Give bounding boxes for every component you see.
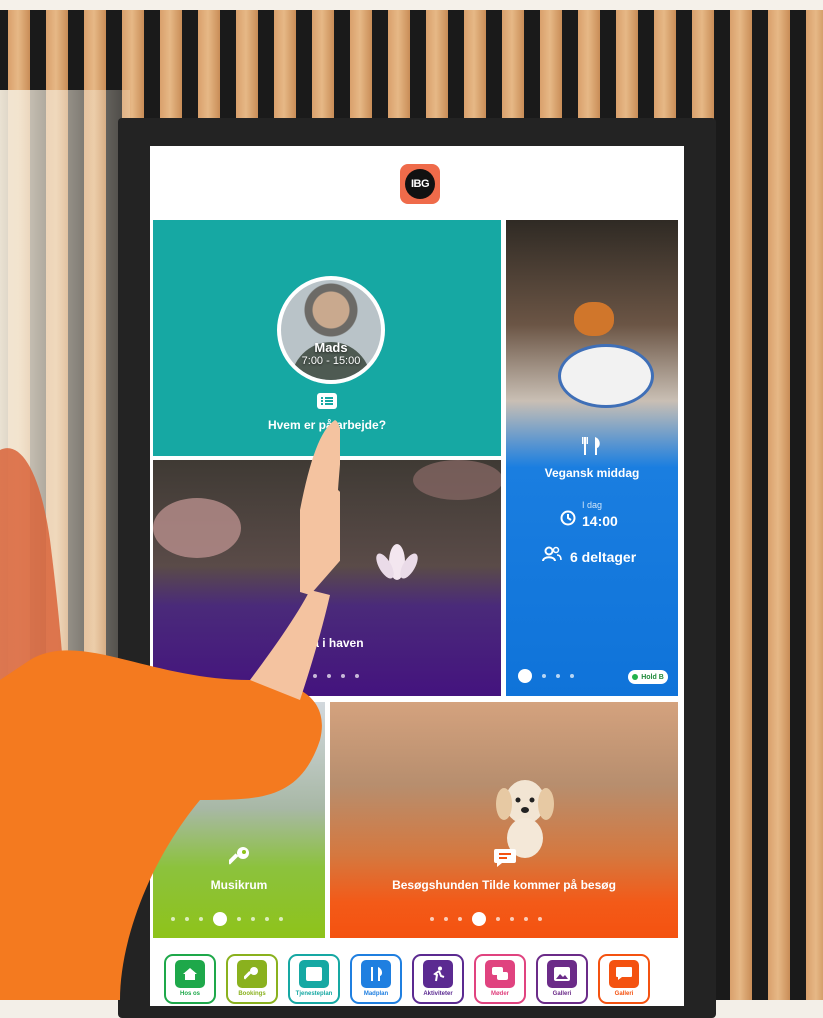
nav-button-madplan[interactable]: Madplan xyxy=(350,954,402,1004)
home-icon xyxy=(175,960,205,988)
carousel-dots[interactable] xyxy=(430,912,542,926)
carousel-dot[interactable] xyxy=(271,674,275,678)
participants-count: 6 deltager xyxy=(570,548,637,565)
food-time-row: 14:00 xyxy=(560,510,618,531)
ceiling-strip xyxy=(0,0,823,10)
staff-shift: 7:00 - 15:00 xyxy=(301,355,361,367)
food-time: 14:00 xyxy=(582,512,618,529)
lotus-flower xyxy=(376,544,418,580)
carousel-dot[interactable] xyxy=(444,917,448,921)
status-dot xyxy=(632,674,639,680)
key-icon xyxy=(237,960,267,988)
carousel-dot[interactable] xyxy=(279,917,283,921)
tile-vegan-dinner[interactable]: Vegansk middag I dag 14:00 6 deltager Ho… xyxy=(506,220,678,696)
work-title: Hvem er på arbejde? xyxy=(267,418,387,432)
cutlery-icon xyxy=(361,960,391,988)
list-icon xyxy=(317,392,337,410)
tile-music-room[interactable]: Musikrum xyxy=(153,702,325,938)
clock-icon xyxy=(560,510,576,531)
lily-pad xyxy=(413,460,501,500)
carousel-dots[interactable] xyxy=(171,912,283,926)
food-bite xyxy=(574,302,614,336)
message-icon xyxy=(494,848,516,868)
lily-pad xyxy=(153,498,241,558)
nav-button-hos-os[interactable]: Hos os xyxy=(164,954,216,1004)
music-title: Musikrum xyxy=(210,878,268,892)
carousel-dot[interactable] xyxy=(542,674,546,678)
carousel-dots[interactable] xyxy=(518,669,574,683)
cutlery-icon xyxy=(580,434,604,458)
staff-name: Mads xyxy=(314,340,348,355)
list-icon xyxy=(299,960,329,988)
carousel-dot-active[interactable] xyxy=(213,912,227,926)
carousel-dot[interactable] xyxy=(458,917,462,921)
carousel-dot-active[interactable] xyxy=(472,912,486,926)
carousel-dot[interactable] xyxy=(257,674,261,678)
carousel-dot[interactable] xyxy=(556,674,560,678)
carousel-dot[interactable] xyxy=(430,917,434,921)
nav-label: Bookings xyxy=(238,991,266,997)
chat-icon xyxy=(485,960,515,988)
carousel-dot-active[interactable] xyxy=(518,669,532,683)
carousel-dot[interactable] xyxy=(237,917,241,921)
nav-button-galleri[interactable]: Galleri xyxy=(598,954,650,1004)
carousel-dot[interactable] xyxy=(327,674,331,678)
carousel-dot[interactable] xyxy=(265,917,269,921)
carousel-dot[interactable] xyxy=(496,917,500,921)
running-icon xyxy=(423,960,453,988)
nav-label: Galleri xyxy=(614,991,634,997)
carousel-dot[interactable] xyxy=(299,674,303,678)
carousel-dot[interactable] xyxy=(285,674,289,678)
carousel-dot[interactable] xyxy=(524,917,528,921)
key-icon xyxy=(229,846,251,868)
carousel-dot[interactable] xyxy=(341,674,345,678)
nav-button-tjenesteplan[interactable]: Tjenesteplan xyxy=(288,954,340,1004)
dog-image xyxy=(496,780,554,858)
nav-button-galleri[interactable]: Galleri xyxy=(536,954,588,1004)
tile-who-at-work[interactable]: Mads 7:00 - 15:00 Hvem er på arbejde? xyxy=(153,220,501,456)
bottom-nav: Hos os Bookings Tjenesteplan Madplan Aktivit… xyxy=(164,954,674,1006)
tile-dog-visit[interactable]: Besøgshunden Tilde kommer på besøg xyxy=(330,702,678,938)
hold-badge-label: Hold B xyxy=(641,673,664,681)
kiosk-screen: IBG Mads 7:00 - 15:00 Hvem er på arbejde… xyxy=(150,146,684,1006)
rice-bowl xyxy=(558,344,654,408)
wall-glow xyxy=(0,90,130,1000)
carousel-dots[interactable] xyxy=(257,674,359,678)
food-title: Vegansk middag xyxy=(544,466,640,480)
nav-button-aktiviteter[interactable]: Aktiviteter xyxy=(412,954,464,1004)
tile-yoga[interactable]: Yoga i haven xyxy=(153,460,501,696)
nav-label: Hos os xyxy=(179,991,200,997)
carousel-dot[interactable] xyxy=(313,674,317,678)
yoga-title: Yoga i haven xyxy=(290,636,364,650)
carousel-dot[interactable] xyxy=(185,917,189,921)
nav-label: Aktiviteter xyxy=(423,991,453,997)
avatar: Mads 7:00 - 15:00 xyxy=(277,276,385,384)
nav-label: Tjenesteplan xyxy=(295,991,333,997)
carousel-dot[interactable] xyxy=(251,917,255,921)
carousel-dot[interactable] xyxy=(355,674,359,678)
gallery-icon xyxy=(547,960,577,988)
carousel-dot[interactable] xyxy=(510,917,514,921)
carousel-dot[interactable] xyxy=(570,674,574,678)
dog-title: Besøgshunden Tilde kommer på besøg xyxy=(392,878,616,892)
carousel-dot[interactable] xyxy=(199,917,203,921)
food-day: I dag xyxy=(581,500,603,510)
hold-badge: Hold B xyxy=(628,670,668,684)
nav-label: Galleri xyxy=(552,991,572,997)
message-icon xyxy=(609,960,639,988)
logo-text: IBG xyxy=(405,169,435,199)
nav-label: Madplan xyxy=(363,991,389,997)
nav-label: Møder xyxy=(491,991,509,997)
ibg-logo[interactable]: IBG xyxy=(400,164,440,204)
carousel-dot[interactable] xyxy=(171,917,175,921)
users-icon xyxy=(542,546,562,567)
nav-button-møder[interactable]: Møder xyxy=(474,954,526,1004)
carousel-dot[interactable] xyxy=(538,917,542,921)
nav-button-bookings[interactable]: Bookings xyxy=(226,954,278,1004)
participants-row: 6 deltager xyxy=(542,546,636,567)
